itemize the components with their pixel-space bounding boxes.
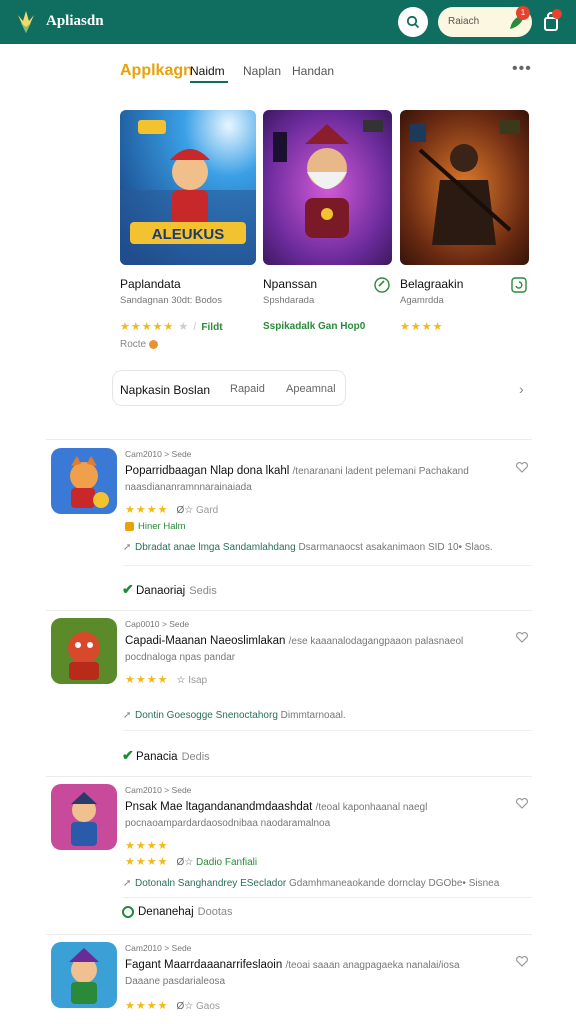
list-item[interactable]: Cam2010 > Sede Pnsak Mae ltagandanandmda… bbox=[46, 776, 532, 934]
heart-icon[interactable] bbox=[516, 956, 528, 967]
featured-footer: Rocte bbox=[120, 339, 159, 350]
divider bbox=[123, 897, 532, 898]
item-rating: ★★★★ ☆ Isap bbox=[125, 674, 208, 686]
featured-name: Paplandata bbox=[120, 277, 181, 291]
featured-card[interactable]: ALEUKUS Paplandata Sandagnan 30dt: Bodos… bbox=[120, 110, 256, 333]
item-title: Capadi-Maanan Naeoslimlakan /ese kaaanal… bbox=[125, 635, 464, 647]
app-title: Apliasdn bbox=[46, 13, 104, 29]
cart-badge bbox=[552, 9, 562, 19]
item-desc: pocdnaloga npas pandar bbox=[125, 652, 236, 663]
game-art-image bbox=[263, 110, 392, 265]
tab-2[interactable]: Naplan bbox=[243, 64, 281, 78]
coin-icon bbox=[149, 339, 159, 349]
item-title: Poparridbaagan Nlap dona lkahl /tenarana… bbox=[125, 465, 469, 477]
rating-stars: ★★★★★ bbox=[120, 321, 175, 333]
filter-option[interactable]: Rapaid bbox=[230, 383, 265, 395]
refresh-icon[interactable] bbox=[511, 277, 527, 293]
list-item[interactable]: Cam2010 > Sede Poparridbaagan Nlap dona … bbox=[46, 440, 532, 610]
check-circle-icon[interactable] bbox=[374, 277, 390, 293]
art-title: ALEUKUS bbox=[152, 226, 225, 243]
item-meta: Cam2010 > Sede bbox=[125, 449, 192, 459]
list-item[interactable]: Cam2010 > Sede Fagant Maarrdaaanarrifesl… bbox=[46, 934, 532, 1024]
featured-card[interactable]: Npanssan Spshdarada Sspikadalk Gan Hop0 bbox=[263, 110, 392, 332]
item-info-line: ➚ Dontin Goesogge Snenoctahorg Dimmtarnoa… bbox=[123, 710, 346, 721]
item-rating: ★★★★ bbox=[125, 840, 169, 852]
check-icon: ✔ bbox=[122, 581, 134, 597]
item-status: ✔ Panacia Dedis bbox=[122, 747, 210, 763]
circle-icon bbox=[122, 906, 134, 918]
featured-sub: Agamrdda bbox=[400, 295, 444, 306]
item-meta: Cam2010 > Sede bbox=[125, 785, 192, 795]
more-icon[interactable]: ••• bbox=[512, 60, 532, 78]
featured-sub: Sandagnan 30dt: Bodos bbox=[120, 295, 222, 306]
heart-icon[interactable] bbox=[516, 462, 528, 473]
notification-badge: 1 bbox=[516, 6, 530, 20]
heart-icon[interactable] bbox=[516, 632, 528, 643]
divider bbox=[123, 730, 532, 731]
chevron-right-icon[interactable]: › bbox=[519, 381, 524, 397]
filter-main[interactable]: Napkasin Boslan bbox=[120, 383, 210, 397]
item-desc: Daaane pasdarialeosa bbox=[125, 976, 226, 987]
filter-option[interactable]: Apeamnal bbox=[286, 383, 336, 395]
item-info-line: ➚ Dotonaln Sanghandrey ESeclador Gdamhman… bbox=[123, 878, 500, 889]
item-status: Denanehaj Dootas bbox=[122, 906, 233, 918]
featured-name: Belagraakin bbox=[400, 277, 464, 291]
item-rating-2: ★★★★ Ø☆ Dadio Fanfiali bbox=[125, 856, 258, 868]
item-status: ✔ Danaoriaj Sedis bbox=[122, 581, 217, 597]
featured-card[interactable]: Belagraakin Agamrdda ★★★★ bbox=[400, 110, 529, 333]
check-icon: ✔ bbox=[122, 747, 134, 763]
app-logo-icon bbox=[18, 11, 34, 33]
tab-1[interactable]: Naidm bbox=[190, 64, 225, 78]
item-desc: pocnaoampardardaosodnibaa naodaramalnoa bbox=[125, 818, 331, 829]
app-icon bbox=[51, 618, 117, 684]
game-art-image: ALEUKUS bbox=[120, 110, 256, 265]
tab-3[interactable]: Handan bbox=[292, 64, 334, 78]
list-item[interactable]: Cap0010 > Sede Capadi-Maanan Naeoslimlak… bbox=[46, 610, 532, 776]
divider bbox=[123, 565, 532, 566]
search-icon bbox=[406, 15, 420, 29]
item-desc: naasdiananramnnarainaiada bbox=[125, 482, 252, 493]
app-icon bbox=[51, 448, 117, 514]
active-tab-indicator bbox=[190, 81, 228, 83]
section-title: Applkagn bbox=[120, 62, 193, 79]
featured-rating: ★★★★★ ★ / Fildt bbox=[120, 321, 223, 333]
game-art-image bbox=[400, 110, 529, 265]
heart-icon[interactable] bbox=[516, 798, 528, 809]
featured-sub: Spshdarada bbox=[263, 295, 315, 306]
item-title: Pnsak Mae ltagandanandmdaashdat /teoal k… bbox=[125, 801, 428, 813]
featured-rating: Sspikadalk Gan Hop0 bbox=[263, 320, 365, 332]
app-icon bbox=[51, 784, 117, 850]
rating-tag: Fildt bbox=[201, 322, 223, 333]
item-meta: Cam2010 > Sede bbox=[125, 943, 192, 953]
item-rating: ★★★★ Ø☆ Gaos bbox=[125, 1000, 220, 1012]
item-info-line: ➚ Dbradat anae lmga Sandamlahdang Dsarman… bbox=[123, 542, 493, 553]
item-rating: ★★★★ Ø☆ Gard bbox=[125, 504, 219, 516]
app-icon bbox=[51, 942, 117, 1008]
featured-rating: ★★★★ bbox=[400, 321, 444, 333]
top-bar: Apliasdn Raiach 1 bbox=[0, 0, 576, 44]
item-title: Fagant Maarrdaaanarrifeslaoin /teoai saa… bbox=[125, 959, 460, 971]
item-tag: Hiner Halm bbox=[125, 521, 186, 532]
featured-name: Npanssan bbox=[263, 277, 318, 291]
search-button[interactable] bbox=[398, 7, 428, 37]
rating-tag: Sspikadalk Gan Hop0 bbox=[263, 321, 366, 332]
item-meta: Cap0010 > Sede bbox=[125, 619, 190, 629]
